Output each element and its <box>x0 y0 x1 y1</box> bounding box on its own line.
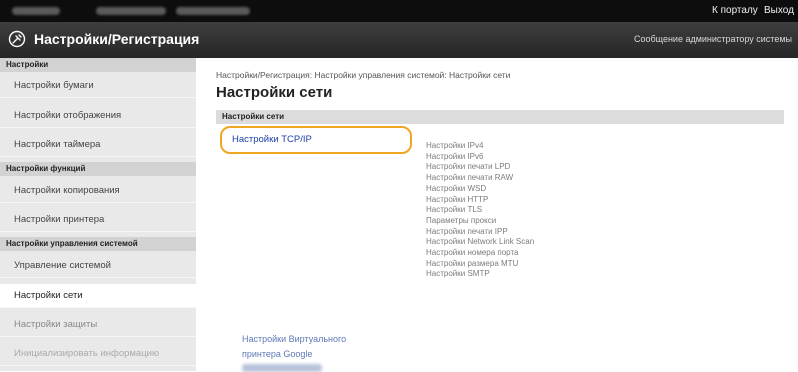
blurred-device-info <box>96 7 166 15</box>
top-bar: К порталу Выход <box>0 0 798 22</box>
app-title: Настройки/Регистрация <box>34 31 200 47</box>
section-header: Настройки сети <box>216 110 784 124</box>
list-item: Настройки печати RAW <box>426 173 514 183</box>
sidebar-item-network-settings[interactable]: Настройки сети <box>0 284 196 308</box>
sidebar-item-initialize-information[interactable]: Инициализировать информацию <box>0 342 196 366</box>
list-item: Настройки IPv6 <box>426 151 484 161</box>
sidebar-item-security-settings[interactable]: Настройки защиты <box>0 313 196 337</box>
sidebar-item-display-settings[interactable]: Настройки отображения <box>0 104 196 128</box>
sidebar-item-printer-settings[interactable]: Настройки принтера <box>0 208 196 232</box>
portal-link[interactable]: К порталу <box>712 5 758 16</box>
sidebar-heading-settings: Настройки <box>0 58 196 72</box>
sidebar-item-paper-settings[interactable]: Настройки бумаги <box>0 74 196 98</box>
google-cloud-print-link[interactable]: Настройки Виртуального принтера Google <box>242 332 392 362</box>
blurred-device-info <box>176 7 250 15</box>
settings-registration-icon <box>8 30 26 48</box>
list-item: Настройки размера MTU <box>426 258 519 268</box>
page-title: Настройки сети <box>216 84 333 101</box>
list-item: Настройки номера порта <box>426 248 519 258</box>
list-item: Настройки WSD <box>426 183 487 193</box>
list-item: Параметры прокси <box>426 215 497 225</box>
list-item: Настройки печати IPP <box>426 226 508 236</box>
breadcrumb: Настройки/Регистрация: Настройки управле… <box>216 70 511 80</box>
sidebar-heading-function-settings: Настройки функций <box>0 162 196 176</box>
list-item: Настройки HTTP <box>426 194 489 204</box>
tcpip-settings-link[interactable]: Настройки TCP/IP <box>232 134 312 145</box>
google-link-line2[interactable]: принтера Google <box>242 347 392 362</box>
admin-message-link[interactable]: Сообщение администратору системы <box>634 34 792 44</box>
list-item: Настройки Network Link Scan <box>426 237 535 247</box>
list-item: Настройки IPv4 <box>426 141 484 150</box>
app-header: Настройки/Регистрация Сообщение админист… <box>0 22 798 58</box>
sidebar: Настройки Настройки бумаги Настройки ото… <box>0 58 196 371</box>
list-item: Настройки TLS <box>426 205 483 215</box>
sidebar-item-system-management[interactable]: Управление системой <box>0 254 196 278</box>
main-content: Настройки/Регистрация: Настройки управле… <box>196 58 798 372</box>
sidebar-item-timer-settings[interactable]: Настройки таймера <box>0 133 196 157</box>
sidebar-item-copy-settings[interactable]: Настройки копирования <box>0 179 196 203</box>
list-item: Настройки SMTP <box>426 269 490 279</box>
blurred-device-info <box>12 7 60 15</box>
logout-link[interactable]: Выход <box>764 5 794 16</box>
google-link-line1[interactable]: Настройки Виртуального <box>242 332 392 347</box>
sidebar-heading-system-management: Настройки управления системой <box>0 237 196 251</box>
list-item: Настройки печати LPD <box>426 162 511 172</box>
tcpip-subitem-list: Настройки IPv4 Настройки IPv6 Настройки … <box>426 141 534 280</box>
